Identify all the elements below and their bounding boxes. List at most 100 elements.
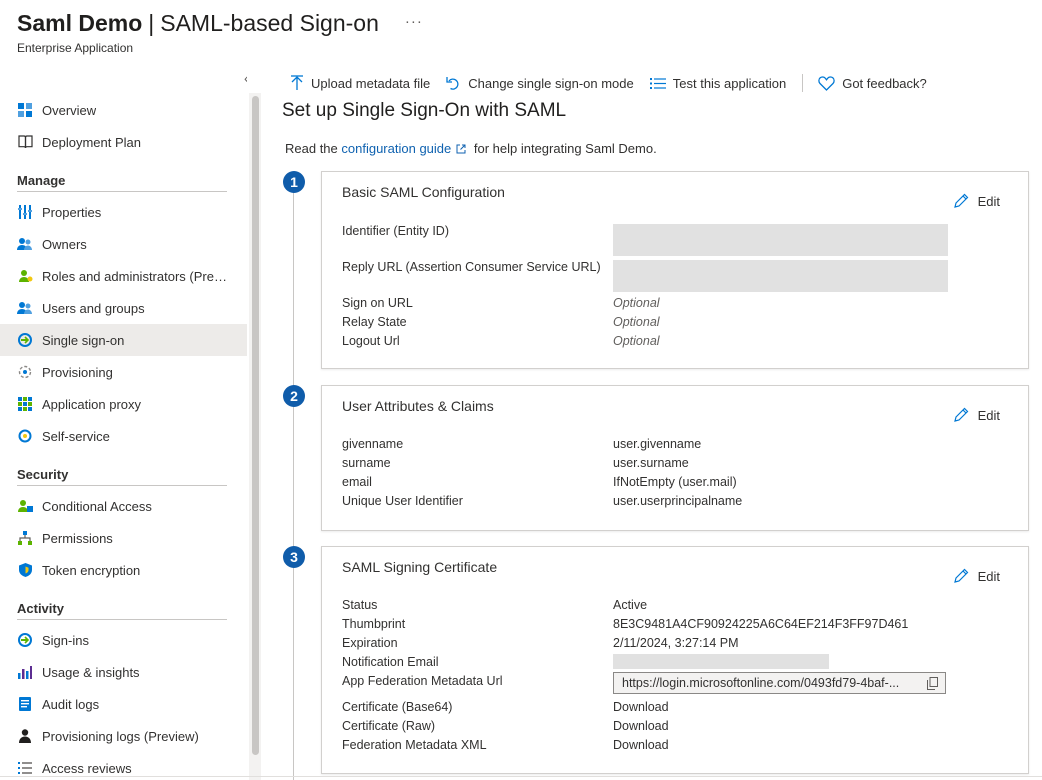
edit-certificate-button[interactable]: Edit [953, 568, 1000, 584]
download-federation-xml-link[interactable]: Download [613, 738, 669, 752]
sidebar-item-properties[interactable]: Properties [0, 196, 247, 228]
notification-email-redacted [613, 654, 829, 669]
field-value: user.userprincipalname [613, 494, 743, 508]
sidebar-item-label: Overview [42, 102, 97, 118]
section-header-activity: Activity [0, 586, 247, 620]
edit-label: Edit [977, 568, 1000, 584]
field-label: Notification Email [342, 655, 439, 669]
sidebar-item-label: Sign-ins [42, 632, 89, 648]
pencil-icon [953, 193, 969, 209]
more-options-button[interactable]: ··· [405, 13, 423, 30]
card-title: User Attributes & Claims [342, 398, 494, 414]
conditional-access-icon [17, 498, 33, 514]
upload-metadata-button[interactable]: Upload metadata file [290, 75, 430, 91]
identifier-value-redacted [613, 224, 948, 256]
field-label: Federation Metadata XML [342, 738, 487, 752]
field-label: Identifier (Entity ID) [342, 224, 449, 238]
field-value: user.surname [613, 456, 689, 470]
sidebar-item-label: Roles and administrators (Preview) [42, 268, 232, 284]
sidebar-item-conditional-access[interactable]: Conditional Access [0, 490, 247, 522]
step-badge-3: 3 [283, 546, 305, 568]
sidebar-item-label: Token encryption [42, 562, 141, 578]
sidebar-item-label: Application proxy [42, 396, 141, 412]
shield-icon [17, 562, 33, 578]
collapse-sidebar-button[interactable]: « [244, 70, 247, 86]
sidebar-item-label: Conditional Access [42, 498, 152, 514]
intro-prefix: Read the [285, 141, 338, 156]
bottom-border [0, 776, 1042, 777]
properties-icon [17, 204, 33, 220]
sign-ins-icon [17, 632, 33, 648]
sidebar-item-users-groups[interactable]: Users and groups [0, 292, 247, 324]
step-badge-2: 2 [283, 385, 305, 407]
field-label: email [342, 475, 372, 489]
change-sso-mode-label: Change single sign-on mode [468, 75, 634, 91]
sidebar-item-token-encryption[interactable]: Token encryption [0, 554, 247, 586]
roles-icon [17, 268, 33, 284]
sidebar-item-usage-insights[interactable]: Usage & insights [0, 656, 247, 688]
external-link-icon [456, 142, 466, 157]
section-title: Set up Single Sign-On with SAML [282, 100, 567, 121]
basic-saml-config-card: Basic SAML Configuration Edit Identifier… [321, 171, 1029, 369]
intro-text: Read the configuration guide for help in… [285, 141, 657, 157]
sidebar-item-sign-ins[interactable]: Sign-ins [0, 624, 247, 656]
edit-basic-saml-button[interactable]: Edit [953, 193, 1000, 209]
page-name: SAML-based Sign-on [160, 10, 379, 36]
page-subtitle: Enterprise Application [17, 41, 134, 55]
sidebar-item-roles-admins[interactable]: Roles and administrators (Preview) [0, 260, 247, 292]
change-sso-mode-button[interactable]: Change single sign-on mode [446, 76, 634, 91]
steps-timeline [293, 182, 294, 780]
sidebar-item-label: Users and groups [42, 300, 145, 316]
audit-icon [17, 696, 33, 712]
field-label: surname [342, 456, 391, 470]
reply-url-value-redacted [613, 260, 948, 292]
download-cert-raw-link[interactable]: Download [613, 719, 669, 733]
heart-icon [818, 75, 835, 91]
field-label: Expiration [342, 636, 398, 650]
page-title: Saml Demo | SAML-based Sign-on ··· [17, 10, 423, 37]
sidebar-scrollbar-thumb[interactable] [252, 96, 259, 755]
sidebar-item-audit-logs[interactable]: Audit logs [0, 688, 247, 720]
person-icon [17, 728, 33, 744]
app-proxy-icon [17, 396, 33, 412]
edit-label: Edit [977, 407, 1000, 423]
sidebar-item-owners[interactable]: Owners [0, 228, 247, 260]
copy-icon[interactable] [927, 677, 938, 693]
field-label: Unique User Identifier [342, 494, 463, 508]
sidebar-item-label: Usage & insights [42, 664, 140, 680]
sidebar-item-label: Single sign-on [42, 332, 125, 348]
metadata-url-field[interactable]: https://login.microsoftonline.com/0493fd… [613, 672, 946, 694]
sidebar-item-label: Permissions [42, 530, 113, 546]
sidebar-item-deployment-plan[interactable]: Deployment Plan [0, 126, 247, 158]
user-attributes-card: User Attributes & Claims Edit givenname … [321, 385, 1029, 531]
sidebar-item-application-proxy[interactable]: Application proxy [0, 388, 247, 420]
sidebar-item-label: Self-service [42, 428, 110, 444]
configuration-guide-link[interactable]: configuration guide [341, 141, 451, 156]
sidebar-item-permissions[interactable]: Permissions [0, 522, 247, 554]
sidebar-item-self-service[interactable]: Self-service [0, 420, 247, 452]
usage-icon [17, 664, 33, 680]
undo-icon [446, 76, 461, 91]
field-value: Optional [613, 296, 660, 310]
sidebar-item-provisioning-logs[interactable]: Provisioning logs (Preview) [0, 720, 247, 752]
command-bar: Upload metadata file Change single sign-… [290, 72, 943, 94]
sidebar-item-provisioning[interactable]: Provisioning [0, 356, 247, 388]
edit-attributes-button[interactable]: Edit [953, 407, 1000, 423]
book-icon [17, 134, 33, 150]
feedback-button[interactable]: Got feedback? [818, 76, 927, 91]
users-icon [17, 300, 33, 316]
sidebar-item-overview[interactable]: Overview [0, 94, 247, 126]
field-label: App Federation Metadata Url [342, 674, 503, 688]
sidebar-item-label: Provisioning [42, 364, 113, 380]
metadata-url-text: https://login.microsoftonline.com/0493fd… [622, 676, 900, 690]
test-application-button[interactable]: Test this application [649, 76, 786, 91]
field-label: givenname [342, 437, 404, 451]
step-badge-1: 1 [283, 171, 305, 193]
saml-signing-certificate-card: SAML Signing Certificate Edit Status Act… [321, 546, 1029, 774]
download-cert-base64-link[interactable]: Download [613, 700, 669, 714]
feedback-label: Got feedback? [842, 75, 927, 91]
field-value: user.givenname [613, 437, 702, 451]
checklist-icon [649, 77, 666, 90]
upload-metadata-label: Upload metadata file [311, 75, 431, 91]
sidebar-item-single-sign-on[interactable]: Single sign-on [0, 324, 247, 356]
